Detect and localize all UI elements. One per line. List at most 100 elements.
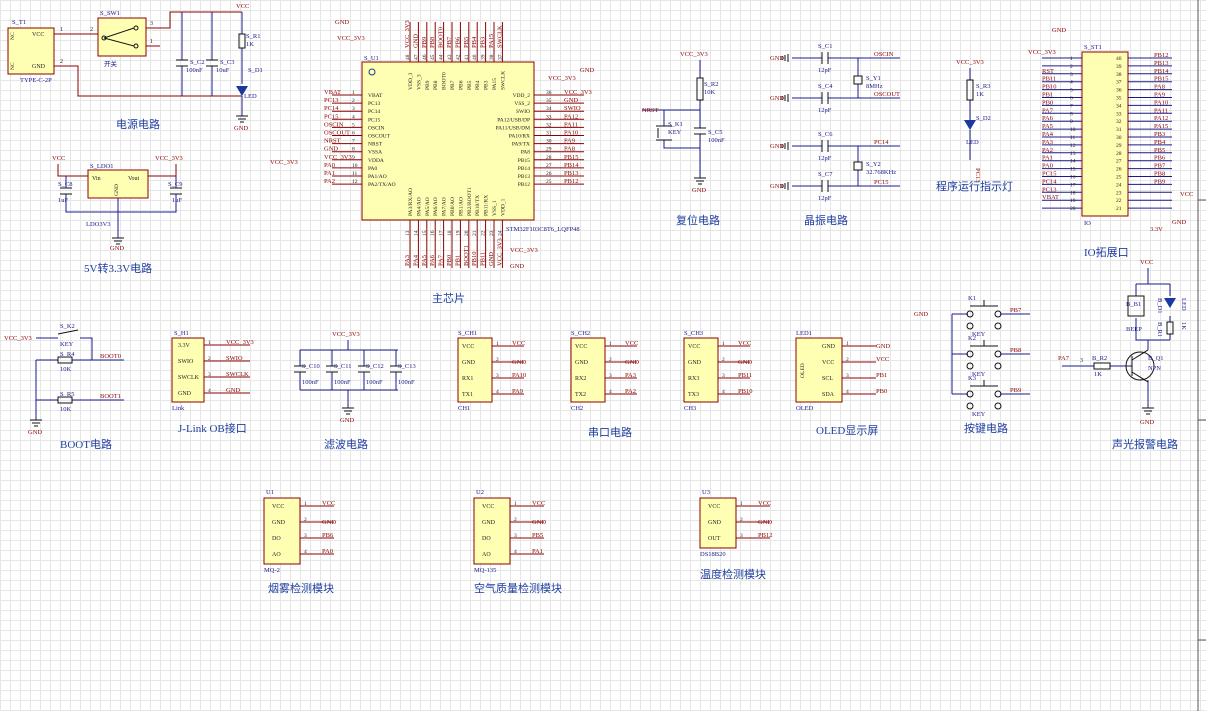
jlink-pin-net: VCC_3V3 [226,339,254,346]
mcu-gnd-bottom: GND [510,263,524,270]
uart-pin-name: RX3 [688,376,699,382]
mcu-pin-net: PA8 [564,146,575,153]
c9-designator: S_C9 [168,181,182,188]
k1-name: KEY [668,129,682,136]
io-pin-net: PA3 [1042,139,1053,146]
mcu-pin-name: VBAT [368,93,383,99]
filter-gnd: GND [340,417,354,424]
caption-air: 空气质量检测模块 [474,581,562,595]
mcu-pin-net: PC15 [324,113,338,120]
mcu-pin-net: PC14 [324,105,339,112]
io-pin-number: 22 [1116,198,1122,204]
uart-designator: S_CH1 [458,330,477,337]
alarm-r1-value: 1K [1180,322,1187,330]
t1-nc2: NC [10,62,16,70]
io-pin-net: PB0 [1042,99,1053,106]
uart-pin-net: PA10 [512,372,526,379]
key-value: KEY [972,411,986,418]
io-pin-net: PA9 [1154,92,1165,99]
caption-jlink: J-Link OB接口 [178,422,247,435]
mcu-pin-number: 10 [352,163,358,169]
io-pin-net: VBAT [1042,194,1059,201]
oled-circuit: OLED显示屏 LED1 OLED OLED GND 1 GND VCC 2 VCC SCL 3 PB… [795,330,890,437]
crystal-oscout: OSCOUT [874,91,900,98]
uart-pin-number: 1 [609,341,612,347]
jlink-pin-net: SWCLK [226,371,249,378]
mcu-pin-number: 23 [489,230,495,236]
mcu-pin-number: 2 [352,98,355,104]
mcu-pin-name: PA4/AO [416,197,422,216]
mcu-pin-name: PB9 [425,80,431,90]
io-pin-number: 34 [1116,103,1122,109]
b1-value: BEEP [1126,326,1142,333]
io-pin-net: PB10 [1042,84,1056,91]
ldo-designator: S_LDO1 [90,163,113,170]
q1-designator: B_Q1 [1148,355,1164,362]
reset-vcc33: VCC_3V3 [680,51,708,58]
io-pin-net: PB14 [1154,68,1169,75]
reset-gnd: GND [692,187,706,194]
io-pin-number: 32 [1116,119,1122,125]
oled-pin-net: VCC [876,356,889,363]
module-pin-number: 3 [740,533,743,539]
mcu-pin-net: PB9 [421,37,428,48]
mcu-pin-net: PA9 [564,138,575,145]
io-pin-net: PB7 [1154,163,1166,170]
r4-value: 10K [60,366,72,373]
c2-value: 100nF [186,67,203,74]
mcu-pin-number: 33 [546,114,552,120]
io-pin-net: PA1 [1042,155,1053,162]
module-pin-net: PA1 [532,548,543,555]
module-pin-net: VCC [532,500,545,507]
crystal-pc15: PC15 [874,179,888,186]
mcu-pin-name: PA11/USB/DM [496,125,531,131]
io-pin-net: PA7 [1042,107,1054,114]
module-pin-name: AO [272,552,281,558]
caption-crystal: 晶振电路 [804,213,848,227]
filter-cap-designator: S_C10 [302,363,320,370]
mcu-pin-net: PB4 [471,36,478,48]
io-pin-number: 26 [1116,167,1122,173]
mcu-pin-net: SWCLK [496,25,503,48]
mcu-pin-name: PB0/AO [450,197,456,216]
oled-pin-number: 3 [846,373,849,379]
mcu-pin-number: 32 [546,122,552,128]
alarm-vcc: VCC [1140,259,1153,266]
mcu-pin-number: 36 [546,90,552,96]
io-pin-net: PA2 [1042,147,1053,154]
d1-value: LED [244,93,257,100]
alarm-pin3: 3 [1080,358,1083,364]
io-pin-net: PB1 [1042,92,1053,99]
io-pin-number: 19 [1070,198,1076,204]
d2-designator: S_D2 [976,115,991,122]
run-led-circuit: VCC_3V3 S_R3 1K S_D2 LED PC13 程序运行指示灯 [936,59,1013,193]
caption-alarm: 声光报警电路 [1112,437,1178,451]
mcu-pin-number: 38 [489,54,495,60]
caption-io: IO拓展口 [1084,245,1129,259]
io-pin-net: PC13 [1042,186,1056,193]
mcu-pin-name: SWIO [516,109,530,115]
mcu-pin-net: OSCIN [324,121,344,128]
mcu-pin-number: 41 [464,54,470,60]
io-pin-number: 17 [1070,182,1076,188]
io-pin-number: 20 [1070,206,1076,212]
ldo-vout: Vout [128,176,140,182]
module-pin-name: DO [482,536,491,542]
jlink-pin-number: 2 [208,356,211,362]
jlink-pin-number: 4 [208,388,211,394]
io-pin-net: PB15 [1154,76,1168,83]
mcu-pin-number: 47 [413,54,419,60]
keys-circuit: GND 按键电路 K1KEYPB7K2KEYPB8K3KEYPB9 [914,295,1030,435]
module-pin-net: PB5 [532,532,543,539]
uart-pin-name: TX2 [575,392,586,398]
module-pin-number: 1 [514,501,517,507]
uart-pin-number: 1 [496,341,499,347]
module-pin-number: 4 [514,549,517,555]
mcu-pin-net: BOOT0 [438,27,445,48]
mcu-pin-name: VSS_1 [492,200,498,216]
caption-filter: 滤波电路 [324,438,368,451]
power-vcc-net: VCC [236,3,249,10]
c2-designator: S_C2 [190,59,204,66]
io-pin-number: 40 [1116,56,1122,62]
y1-designator: S_Y1 [866,75,881,82]
